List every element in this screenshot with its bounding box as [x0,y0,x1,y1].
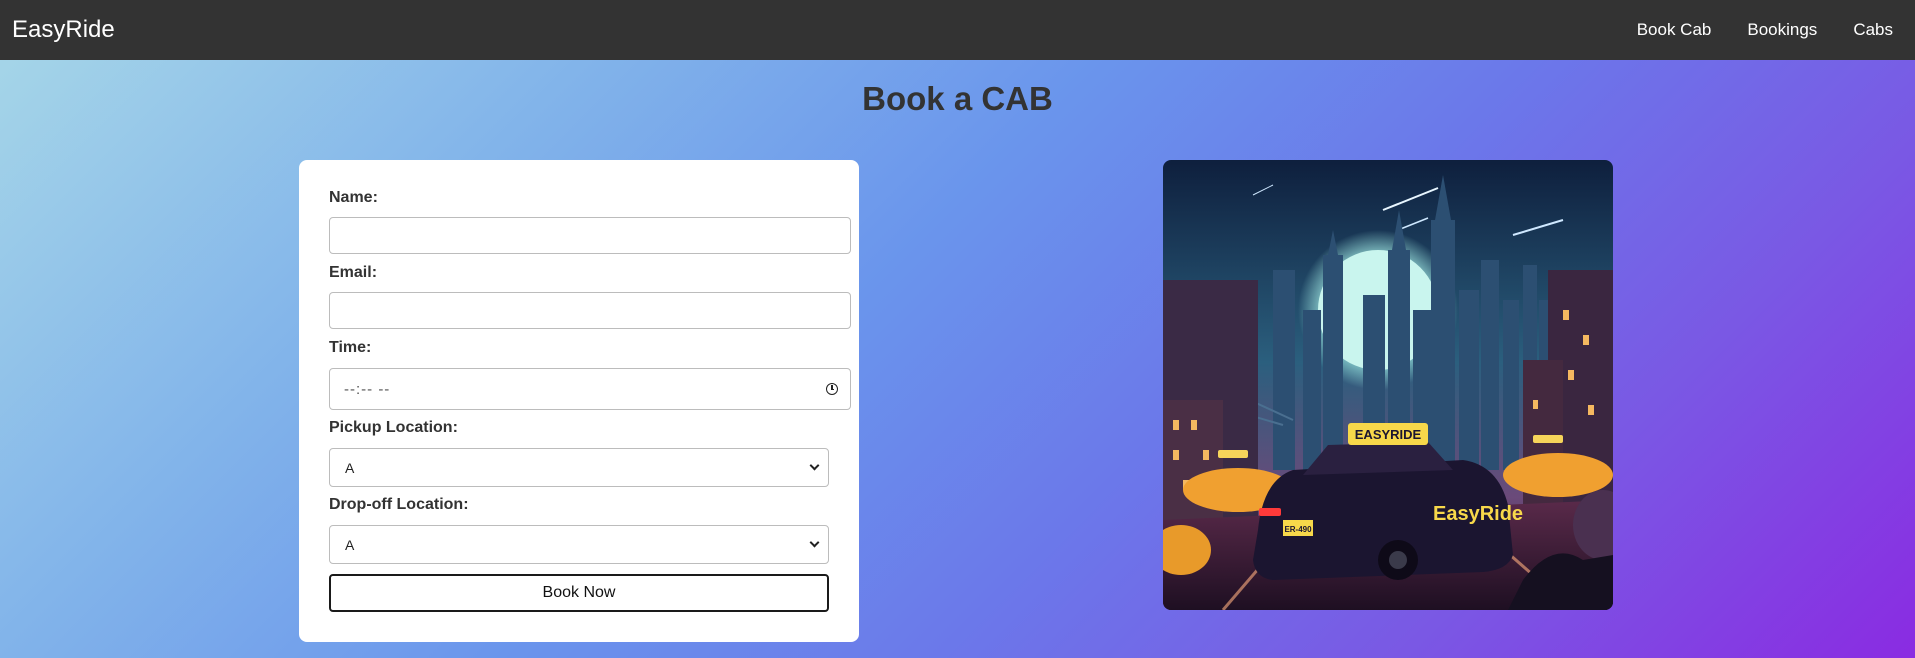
name-label: Name: [329,189,378,206]
email-label: Email: [329,264,378,281]
pickup-value: A [345,459,355,476]
chevron-down-icon [809,537,820,548]
time-label: Time: [329,339,372,356]
name-input[interactable] [329,217,851,254]
navbar: EasyRide Book Cab Bookings Cabs [0,0,1915,60]
nav-links: Book Cab Bookings Cabs [1601,20,1893,40]
clock-icon[interactable] [826,383,838,395]
time-input[interactable]: --:-- -- [329,368,851,410]
pickup-label: Pickup Location: [329,419,458,436]
page-title: Book a CAB [862,80,1053,117]
car-brand-text: EasyRide [1433,503,1523,525]
nav-link-book-cab[interactable]: Book Cab [1637,20,1712,40]
nav-link-cabs[interactable]: Cabs [1853,20,1893,40]
time-placeholder: --:-- -- [344,380,391,398]
email-input[interactable] [329,292,851,329]
chevron-down-icon [809,460,820,471]
nav-link-bookings[interactable]: Bookings [1747,20,1817,40]
city-night-scene: EASYRIDE EasyRide ER-490 [1163,160,1613,610]
taxi-city-illustration: EASYRIDE EasyRide ER-490 [1163,160,1613,610]
taxi-sign-text: EASYRIDE [1355,427,1422,442]
brand-logo[interactable]: EasyRide [12,16,115,44]
pickup-select[interactable]: A [329,448,829,487]
book-now-button[interactable]: Book Now [329,574,829,612]
dropoff-value: A [345,536,355,553]
booking-form: Name: Email: Time: --:-- -- Pickup Locat… [299,160,859,642]
dropoff-label: Drop-off Location: [329,496,469,513]
license-plate-text: ER-490 [1284,525,1312,534]
dropoff-select[interactable]: A [329,525,829,564]
